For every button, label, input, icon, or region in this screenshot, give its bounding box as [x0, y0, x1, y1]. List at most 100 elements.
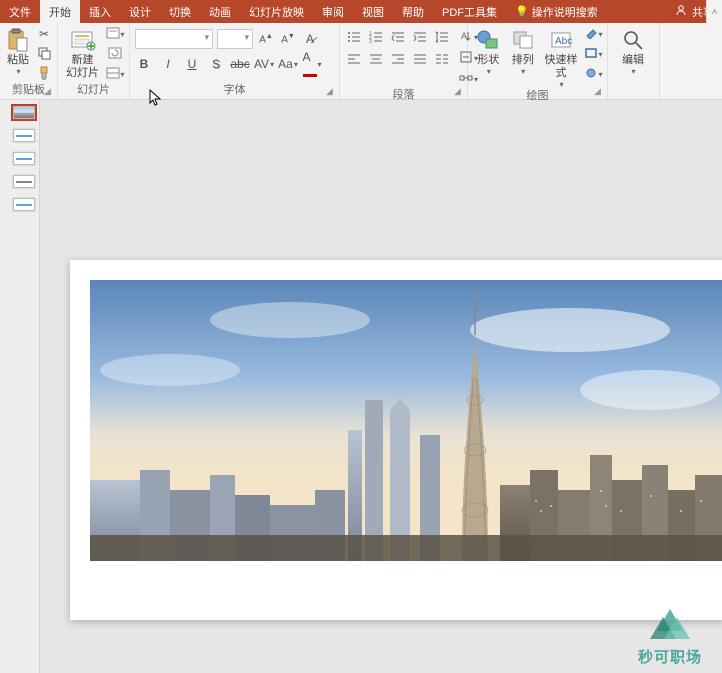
quick-styles-button[interactable]: Abc 快速样式▾ [542, 26, 580, 89]
lightbulb-icon: 💡 [515, 5, 529, 18]
section-icon [106, 67, 120, 82]
strike-icon: abc [230, 57, 249, 71]
align-center-icon [369, 52, 383, 69]
format-painter-button[interactable] [35, 66, 53, 82]
tab-home[interactable]: 开始 [40, 0, 80, 23]
shadow-button[interactable]: S [207, 55, 225, 73]
char-spacing-icon: AV [254, 57, 269, 71]
eraser-icon: A̷ [306, 32, 314, 46]
char-spacing-button[interactable]: AV▾ [255, 55, 273, 73]
slide-thumbnail-2[interactable]: 2 [4, 129, 35, 142]
increase-indent-button[interactable] [411, 29, 429, 47]
find-icon [620, 28, 646, 52]
reset-button[interactable] [106, 46, 124, 62]
change-case-icon: Aa [278, 57, 293, 71]
arrange-label: 排列 [512, 54, 534, 67]
underline-icon: U [188, 57, 197, 71]
scissors-icon: ✂ [39, 27, 49, 41]
copy-icon [37, 46, 51, 63]
italic-button[interactable]: I [159, 55, 177, 73]
align-center-button[interactable] [367, 51, 385, 69]
new-slide-icon [70, 28, 96, 52]
underline-button[interactable]: U [183, 55, 201, 73]
slide-image[interactable] [90, 280, 722, 561]
effects-icon [584, 67, 598, 82]
bullets-button[interactable] [345, 29, 363, 47]
strike-button[interactable]: abc [231, 55, 249, 73]
tab-animation[interactable]: 动画 [200, 0, 240, 23]
new-slide-label: 新建 幻灯片 [66, 54, 99, 80]
ribbon-collapse-button[interactable]: ˄ [706, 0, 722, 24]
slide-thumbnail-1[interactable]: 1 [4, 106, 35, 119]
shape-fill-button[interactable]: ▾ [584, 26, 602, 42]
chevron-up-icon: ˄ [712, 7, 718, 18]
align-right-button[interactable] [389, 51, 407, 69]
shape-outline-button[interactable]: ▾ [584, 46, 602, 62]
line-spacing-button[interactable] [433, 29, 451, 47]
arrange-button[interactable]: 排列▾ [507, 26, 537, 76]
indent-icon [413, 30, 427, 47]
tab-review[interactable]: 审阅 [313, 0, 353, 23]
align-left-button[interactable] [345, 51, 363, 69]
font-launcher[interactable]: ◢ [326, 87, 336, 97]
justify-icon [413, 52, 427, 69]
font-name-select[interactable] [135, 29, 213, 49]
tab-help[interactable]: 帮助 [393, 0, 433, 23]
svg-text:A: A [461, 31, 467, 41]
edit-label: 编辑 [622, 54, 644, 67]
numbering-button[interactable]: 123 [367, 29, 385, 47]
drawing-launcher[interactable]: ◢ [594, 87, 604, 97]
font-color-button[interactable]: A▾ [303, 55, 321, 73]
shape-effects-button[interactable]: ▾ [584, 66, 602, 82]
text-shadow-icon: S [212, 57, 220, 71]
decrease-font-button[interactable]: A▼ [279, 30, 297, 48]
tab-insert[interactable]: 插入 [80, 0, 120, 23]
decrease-font-icon: A▼ [281, 33, 295, 45]
find-button[interactable]: 编辑▾ [613, 26, 653, 76]
shapes-button[interactable]: 形状▾ [473, 26, 503, 76]
slide-thumbnails-panel: 1 2 3 4 5 [0, 100, 40, 673]
svg-text:Abc: Abc [555, 36, 572, 47]
increase-font-icon: A▲ [259, 33, 273, 45]
tab-transition[interactable]: 切换 [160, 0, 200, 23]
tab-slideshow[interactable]: 幻灯片放映 [240, 0, 313, 23]
shapes-icon [475, 28, 501, 52]
tab-view[interactable]: 视图 [353, 0, 393, 23]
group-drawing: 形状▾ 排列▾ Abc 快速样式▾ ▾ ▾ ▾ 绘图 ◢ [468, 23, 608, 99]
new-slide-button[interactable]: 新建 幻灯片 [63, 26, 102, 80]
justify-button[interactable] [411, 51, 429, 69]
copy-button[interactable] [35, 46, 53, 62]
slide-thumbnail-3[interactable]: 3 [4, 152, 35, 165]
tab-file[interactable]: 文件 [0, 0, 40, 23]
columns-button[interactable] [433, 51, 451, 69]
group-font: A▲ A▼ A̷ B I U S abc AV▾ Aa▾ A▾ 字体 ◢ [130, 23, 340, 99]
clear-format-button[interactable]: A̷ [301, 30, 319, 48]
align-left-icon [347, 52, 361, 69]
layout-button[interactable]: ▾ [106, 26, 124, 42]
fill-icon [584, 27, 598, 42]
tellme-label: 操作说明搜索 [532, 4, 598, 20]
paragraph-launcher[interactable]: ◢ [454, 87, 464, 97]
paste-button[interactable]: 粘贴 ▾ [5, 26, 31, 76]
increase-font-button[interactable]: A▲ [257, 30, 275, 48]
tab-pdf[interactable]: PDF工具集 [433, 0, 506, 23]
slide-thumbnail-4[interactable]: 4 [4, 175, 35, 188]
workspace: 1 2 3 4 5 [0, 100, 722, 673]
group-editing: 编辑▾ [608, 23, 660, 99]
font-size-select[interactable] [217, 29, 253, 49]
slide-canvas-area[interactable] [40, 100, 722, 673]
cut-button[interactable]: ✂ [35, 26, 53, 42]
tab-design[interactable]: 设计 [120, 0, 160, 23]
clipboard-launcher[interactable]: ◢ [44, 87, 54, 97]
slide[interactable] [70, 260, 722, 620]
bold-button[interactable]: B [135, 55, 153, 73]
decrease-indent-button[interactable] [389, 29, 407, 47]
slide-thumbnail-5[interactable]: 5 [4, 198, 35, 211]
quick-styles-label: 快速样式 [542, 54, 580, 80]
section-button[interactable]: ▾ [106, 66, 124, 82]
menu-bar: 文件 开始 插入 设计 切换 动画 幻灯片放映 审阅 视图 帮助 PDF工具集 … [0, 0, 722, 23]
tab-tellme[interactable]: 💡 操作说明搜索 [506, 0, 607, 23]
shapes-label: 形状 [477, 54, 499, 67]
paste-icon [5, 28, 31, 52]
change-case-button[interactable]: Aa▾ [279, 55, 297, 73]
